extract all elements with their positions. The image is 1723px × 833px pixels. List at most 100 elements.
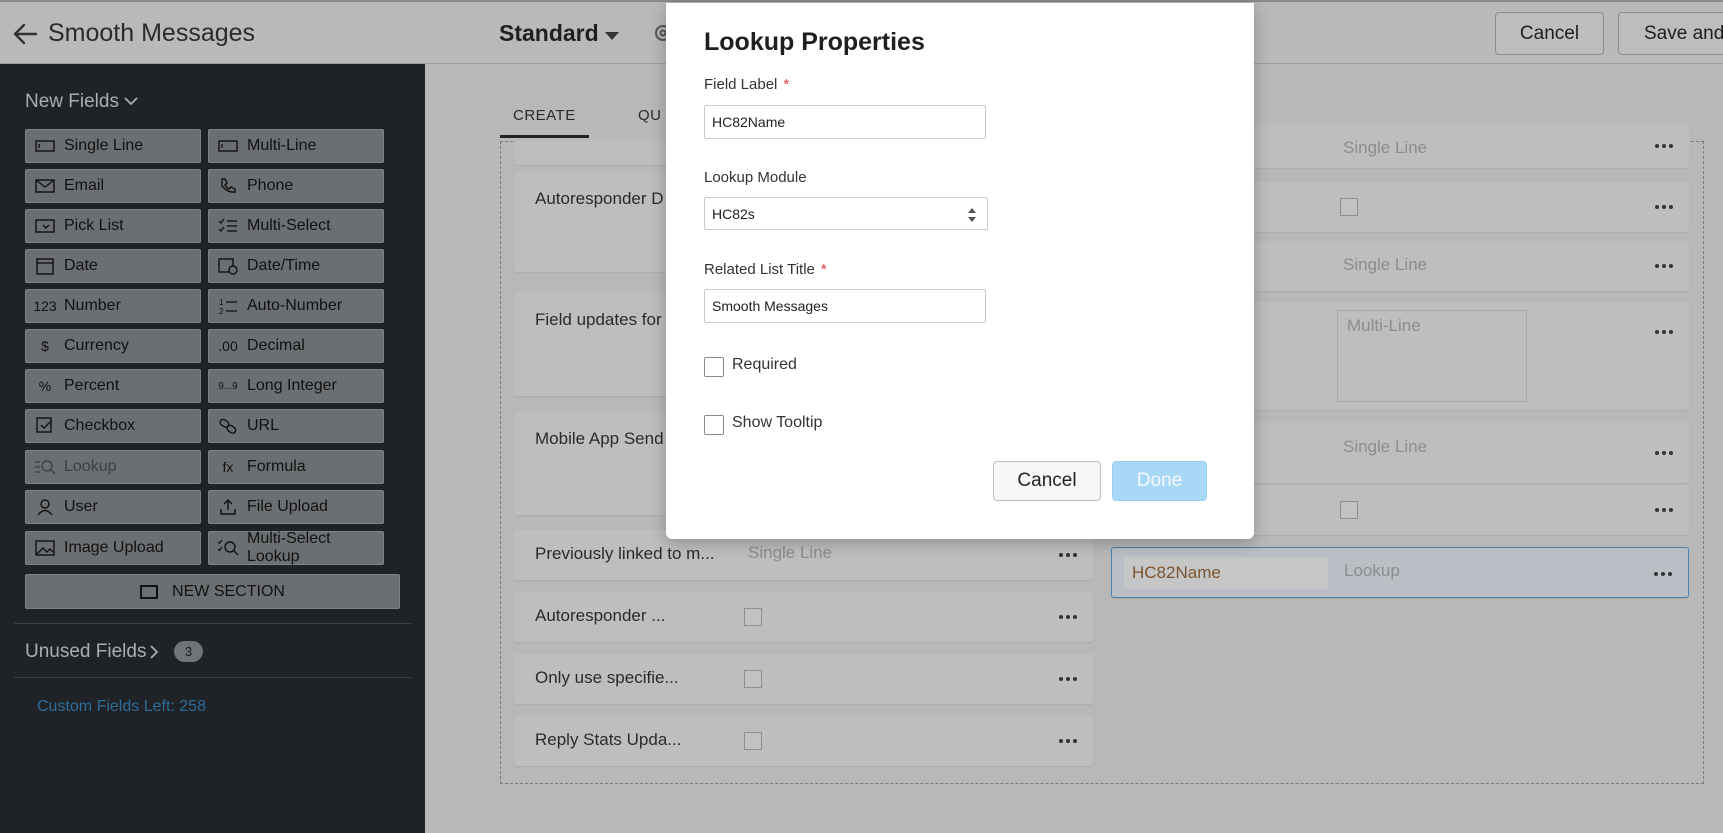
lookup-module-select[interactable]: HC82s: [704, 197, 988, 230]
lookup-properties-dialog: Lookup Properties Field Label * HC82Name …: [666, 3, 1254, 539]
more-options-icon[interactable]: [1059, 738, 1077, 744]
required-checkbox[interactable]: [704, 357, 724, 377]
dialog-done-button[interactable]: Done: [1112, 461, 1207, 501]
palette-button-label: Image Upload: [64, 539, 164, 556]
back-arrow-icon[interactable]: [12, 22, 38, 46]
custom-fields-left-text: Custom Fields Left: 258: [37, 698, 206, 715]
palette-long-integer-button[interactable]: 9...9 Long Integer: [208, 369, 384, 403]
palette-button-label: File Upload: [247, 498, 328, 515]
palette-button-label: Decimal: [247, 337, 305, 354]
more-options-icon[interactable]: [1059, 552, 1077, 558]
palette-decimal-button[interactable]: .00 Decimal: [208, 329, 384, 363]
palette-checkbox-button[interactable]: Checkbox: [25, 409, 201, 443]
palette-url-button[interactable]: URL: [208, 409, 384, 443]
layout-selector[interactable]: Standard: [499, 20, 599, 47]
more-options-icon[interactable]: [1059, 614, 1077, 620]
palette-lookup-button[interactable]: Lookup: [25, 450, 201, 484]
svg-text:2: 2: [219, 307, 224, 315]
new-fields-heading[interactable]: New Fields: [25, 91, 119, 113]
url-icon: [217, 416, 239, 436]
new-section-button[interactable]: NEW SECTION: [25, 574, 400, 609]
palette-phone-button[interactable]: Phone: [208, 169, 384, 203]
palette-single-line-button[interactable]: Single Line: [25, 129, 201, 163]
palette-user-button[interactable]: User: [25, 490, 201, 524]
palette-date-time-button[interactable]: Date/Time: [208, 249, 384, 283]
field-label-input[interactable]: HC82Name: [704, 105, 986, 139]
field-type-text: Single Line: [1343, 437, 1428, 456]
more-options-icon[interactable]: [1655, 450, 1673, 456]
field-type-text: Lookup: [1344, 561, 1400, 580]
long-integer-icon: 9...9: [218, 380, 238, 392]
palette-button-label: Long Integer: [247, 377, 337, 394]
more-options-icon[interactable]: [1654, 571, 1672, 577]
palette-button-label: Single Line: [64, 137, 144, 154]
field-card[interactable]: Reply Stats Upda...: [514, 716, 1093, 766]
palette-email-button[interactable]: Email: [25, 169, 201, 203]
related-list-title-label: Related List Title *: [704, 261, 827, 278]
palette-auto-number-button[interactable]: 1 2 Auto-Number: [208, 289, 384, 323]
palette-number-button[interactable]: 123 Number: [25, 289, 201, 323]
date-icon: [34, 256, 56, 276]
dialog-title: Lookup Properties: [704, 28, 925, 56]
field-label: HC82Name: [1124, 557, 1328, 589]
palette-multi-line-button[interactable]: Multi-Line: [208, 129, 384, 163]
multi-select-icon: [217, 216, 239, 236]
related-list-title-input[interactable]: Smooth Messages: [704, 289, 986, 323]
required-star: *: [783, 76, 790, 93]
field-card[interactable]: Autoresponder ...: [514, 592, 1093, 642]
palette-button-label: Date: [64, 257, 98, 274]
field-label: Field updates for: [535, 310, 662, 329]
palette-percent-button[interactable]: % Percent: [25, 369, 201, 403]
required-checkbox-label: Required: [732, 356, 797, 373]
divider: [14, 623, 412, 624]
more-options-icon[interactable]: [1655, 204, 1673, 210]
palette-button-label: URL: [247, 417, 280, 434]
palette-currency-button[interactable]: $ Currency: [25, 329, 201, 363]
more-options-icon[interactable]: [1655, 143, 1673, 149]
single-line-icon: [34, 136, 56, 156]
save-and-close-button[interactable]: Save and: [1618, 12, 1723, 55]
more-options-icon[interactable]: [1655, 507, 1673, 513]
formula-icon: fx: [222, 459, 234, 475]
more-options-icon[interactable]: [1655, 263, 1673, 269]
more-options-icon[interactable]: [1655, 329, 1673, 335]
percent-icon: %: [38, 378, 52, 394]
selected-field-card[interactable]: HC82Name Lookup: [1111, 547, 1689, 598]
section-icon: [140, 584, 159, 599]
active-tab-indicator: [500, 135, 589, 138]
palette-button-label: User: [64, 498, 98, 515]
palette-pick-list-button[interactable]: Pick List: [25, 209, 201, 243]
file-upload-icon: [217, 497, 239, 517]
palette-file-upload-button[interactable]: File Upload: [208, 490, 384, 524]
auto-number-icon: 12: [217, 296, 239, 316]
palette-button-label: Email: [64, 177, 105, 194]
field-label: Previously linked to m...: [535, 544, 715, 563]
field-type-text: Single Line: [1343, 255, 1428, 274]
palette-button-label: Multi-Select: [247, 217, 331, 234]
cancel-button[interactable]: Cancel: [1495, 12, 1604, 55]
palette-image-upload-button[interactable]: Image Upload: [25, 531, 201, 565]
palette-button-label: Currency: [64, 337, 129, 354]
chevron-down-icon[interactable]: [605, 32, 619, 40]
tab-create[interactable]: CREATE: [513, 107, 576, 124]
palette-formula-button[interactable]: fx Formula: [208, 450, 384, 484]
palette-multi-select-lookup-button[interactable]: Multi-Select Lookup: [208, 530, 384, 565]
show-tooltip-checkbox[interactable]: [704, 415, 724, 435]
field-checkbox-preview: [744, 670, 762, 688]
user-icon: [34, 497, 56, 517]
palette-multi-select-button[interactable]: Multi-Select: [208, 209, 384, 243]
chevron-right-icon[interactable]: [149, 644, 159, 660]
tab-quick-create[interactable]: QU: [638, 107, 662, 124]
chevron-down-icon[interactable]: [124, 96, 138, 106]
palette-date-button[interactable]: Date: [25, 249, 201, 283]
more-options-icon[interactable]: [1059, 676, 1077, 682]
palette-button-label: Multi-Line: [247, 137, 317, 154]
required-star: *: [820, 261, 827, 278]
field-card[interactable]: Only use specifie...: [514, 654, 1093, 704]
currency-icon: $: [41, 338, 49, 354]
field-checkbox-preview: [1340, 501, 1358, 519]
unused-fields-heading[interactable]: Unused Fields: [25, 641, 146, 663]
multi-line-icon: [217, 136, 239, 156]
svg-text:1: 1: [219, 298, 224, 307]
dialog-cancel-button[interactable]: Cancel: [993, 461, 1101, 501]
